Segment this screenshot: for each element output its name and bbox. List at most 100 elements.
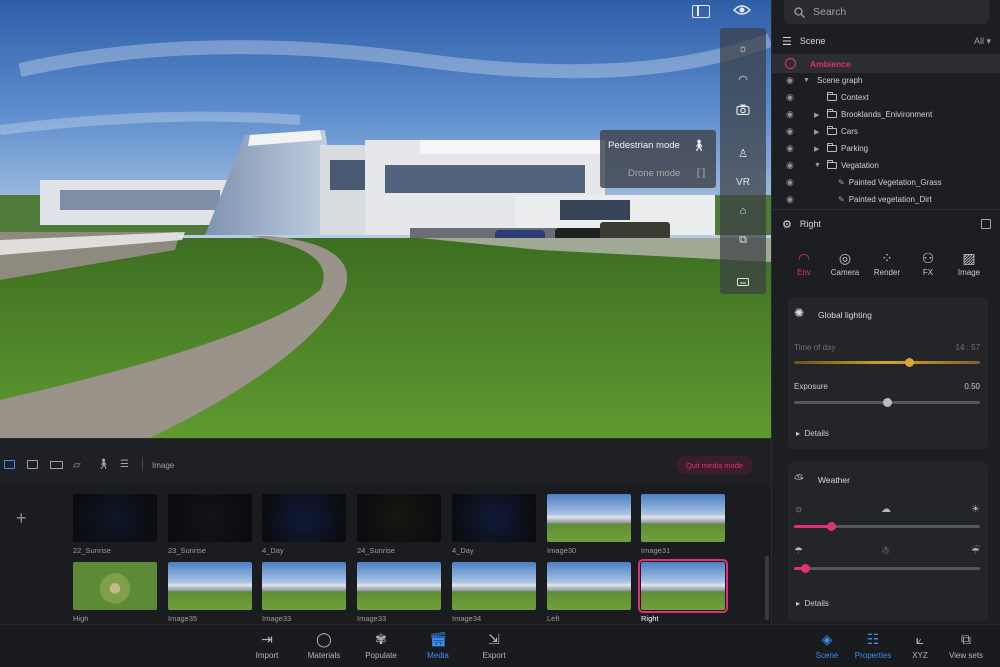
expand-arrow-icon[interactable]: ▶ bbox=[814, 111, 819, 119]
speed-icon[interactable]: ◠ bbox=[720, 66, 766, 92]
media-thumbnail[interactable] bbox=[452, 494, 536, 542]
video-mode-icon[interactable] bbox=[27, 460, 38, 469]
tree-row-scene-graph[interactable]: ◉ ▼ Scene graph bbox=[772, 72, 1000, 89]
media-button[interactable]: 🎬︎ Media bbox=[408, 629, 468, 660]
pedestrian-mode-option[interactable]: Pedestrian mode 🚶︎ bbox=[600, 131, 716, 159]
3d-viewport[interactable]: ☼ ◠ ♙ VR ⌂ ⧉ Pedestrian mode 🚶︎ Drone mo… bbox=[0, 0, 771, 438]
scene-filter-select[interactable]: All ▾ bbox=[974, 36, 991, 47]
walk-mode-icon[interactable]: 🚶︎ bbox=[97, 459, 110, 470]
expand-arrow-icon[interactable]: ▼ bbox=[814, 162, 821, 169]
lighting-details-toggle[interactable]: ▸ Details bbox=[796, 429, 829, 438]
render-dots-icon: ⁘ bbox=[881, 250, 893, 266]
precipitation-knob[interactable] bbox=[801, 564, 811, 573]
tree-row-context[interactable]: ◉ Context bbox=[772, 89, 1000, 106]
media-thumbnail[interactable] bbox=[262, 494, 346, 542]
eye-icon[interactable] bbox=[733, 3, 751, 17]
properties-title: Right bbox=[799, 219, 821, 229]
tree-row-grass[interactable]: ◉ ✎ Painted Vegetation_Grass bbox=[772, 174, 1000, 191]
pedestrian-mode-label: Pedestrian mode bbox=[608, 139, 680, 151]
dock-panel-icon[interactable] bbox=[981, 219, 991, 229]
visibility-icon[interactable]: ◉ bbox=[786, 126, 794, 137]
panorama-mode-icon[interactable] bbox=[50, 461, 63, 469]
tab-camera[interactable]: ◎ Camera bbox=[825, 250, 865, 277]
time-of-day-track[interactable] bbox=[794, 361, 980, 364]
visibility-icon[interactable]: ◉ bbox=[786, 143, 794, 154]
split-view-icon[interactable]: ⧉ bbox=[720, 227, 766, 253]
image-mode-icon[interactable] bbox=[4, 460, 15, 469]
keyboard-icon[interactable] bbox=[720, 269, 766, 295]
tree-label: Brooklands_Enivironment bbox=[841, 110, 933, 119]
vr-button[interactable]: VR bbox=[720, 169, 766, 195]
media-thumbnail[interactable] bbox=[262, 562, 346, 610]
tab-image[interactable]: ▨ Image bbox=[949, 250, 989, 277]
time-of-day-knob[interactable] bbox=[905, 358, 915, 367]
list-mode-icon[interactable]: ☰ bbox=[120, 459, 129, 470]
cloudiness-knob[interactable] bbox=[827, 522, 837, 531]
visibility-icon[interactable]: ◉ bbox=[786, 194, 794, 205]
search-input[interactable]: Search bbox=[784, 0, 989, 24]
global-lighting-title: Global lighting bbox=[818, 310, 872, 320]
tree-row-vegetation[interactable]: ◉ ▼ Vegatation bbox=[772, 157, 1000, 174]
clapper-icon: 🎬︎ bbox=[429, 631, 447, 647]
visibility-icon[interactable]: ◉ bbox=[786, 160, 794, 171]
tab-fx[interactable]: ⚇ FX bbox=[908, 250, 948, 277]
precipitation-track[interactable] bbox=[794, 567, 980, 570]
panel-toggle-icon[interactable] bbox=[692, 5, 710, 18]
media-thumbnail[interactable] bbox=[168, 562, 252, 610]
media-thumbnail-label: 23_Sunrise bbox=[168, 546, 206, 555]
media-thumbnail[interactable] bbox=[641, 494, 725, 542]
folder-icon bbox=[827, 92, 837, 101]
tab-render[interactable]: ⁘ Render bbox=[867, 250, 907, 277]
time-of-day-value: 14 : 57 bbox=[955, 343, 980, 352]
media-thumbnail[interactable] bbox=[638, 559, 728, 613]
tree-row-cars[interactable]: ◉ ▶ Cars bbox=[772, 123, 1000, 140]
expand-arrow-icon[interactable]: ▶ bbox=[814, 145, 819, 153]
media-thumbnail[interactable] bbox=[547, 562, 631, 610]
house-icon[interactable]: ⌂ bbox=[720, 198, 766, 224]
media-thumbnail[interactable] bbox=[547, 494, 631, 542]
cloud-rain-icon: ☁ bbox=[881, 504, 891, 515]
scene-label: Scene bbox=[815, 651, 839, 660]
expand-arrow-icon[interactable]: ▶ bbox=[814, 128, 819, 136]
visibility-icon[interactable]: ◉ bbox=[786, 75, 794, 86]
visibility-icon[interactable]: ◉ bbox=[786, 92, 794, 103]
pedestrian-icon[interactable]: ♙ bbox=[720, 140, 766, 166]
toolbar-divider bbox=[142, 457, 143, 471]
tab-env[interactable]: ◠ Env bbox=[784, 250, 824, 277]
ambience-row[interactable]: Ambience bbox=[772, 54, 1000, 73]
media-thumbnail[interactable] bbox=[73, 562, 157, 610]
media-thumbnail[interactable] bbox=[73, 494, 157, 542]
materials-button[interactable]: ◯ Materials bbox=[294, 629, 354, 660]
env-gauge-icon: ◠ bbox=[797, 250, 811, 266]
stack-mode-icon[interactable]: ▱ bbox=[73, 460, 81, 471]
media-thumbnail[interactable] bbox=[357, 562, 441, 610]
tab-label: FX bbox=[922, 268, 934, 277]
view-sets-button[interactable]: ⧉ View sets bbox=[936, 629, 996, 660]
media-thumbnail[interactable] bbox=[357, 494, 441, 542]
sun-large-icon: ☀ bbox=[971, 504, 980, 515]
drone-mode-option[interactable]: Drone mode ⟦⟧ bbox=[600, 159, 716, 187]
ambience-label: Ambience bbox=[810, 58, 851, 69]
scrollbar[interactable] bbox=[765, 556, 769, 620]
media-thumbnail-label: Image31 bbox=[641, 546, 671, 555]
media-thumbnail[interactable] bbox=[452, 562, 536, 610]
quit-media-mode-button[interactable]: Quit media mode bbox=[676, 456, 753, 474]
tree-row-parking[interactable]: ◉ ▶ Parking bbox=[772, 140, 1000, 157]
tree-row-environment[interactable]: ◉ ▶ Brooklands_Enivironment bbox=[772, 106, 1000, 123]
tree-row-dirt[interactable]: ◉ ✎ Painted vegetation_Dirt bbox=[772, 191, 1000, 208]
properties-icon: ⚙ bbox=[782, 218, 792, 231]
camera-icon[interactable] bbox=[720, 96, 766, 122]
add-media-button[interactable]: + bbox=[16, 508, 27, 529]
drone-mode-label: Drone mode bbox=[628, 167, 681, 179]
media-thumbnail[interactable] bbox=[168, 494, 252, 542]
exposure-knob[interactable] bbox=[883, 398, 892, 407]
export-button[interactable]: ⇲ Export bbox=[464, 629, 524, 660]
visibility-icon[interactable]: ◉ bbox=[786, 177, 794, 188]
expand-arrow-icon[interactable]: ▼ bbox=[803, 77, 810, 84]
image-icon: ▨ bbox=[962, 250, 976, 266]
visibility-icon[interactable]: ◉ bbox=[786, 109, 794, 120]
import-button[interactable]: ⇥ Import bbox=[237, 629, 297, 660]
populate-button[interactable]: ✾ Populate bbox=[351, 629, 411, 660]
sun-icon[interactable]: ☼ bbox=[720, 36, 766, 62]
weather-details-toggle[interactable]: ▸ Details bbox=[796, 599, 829, 608]
